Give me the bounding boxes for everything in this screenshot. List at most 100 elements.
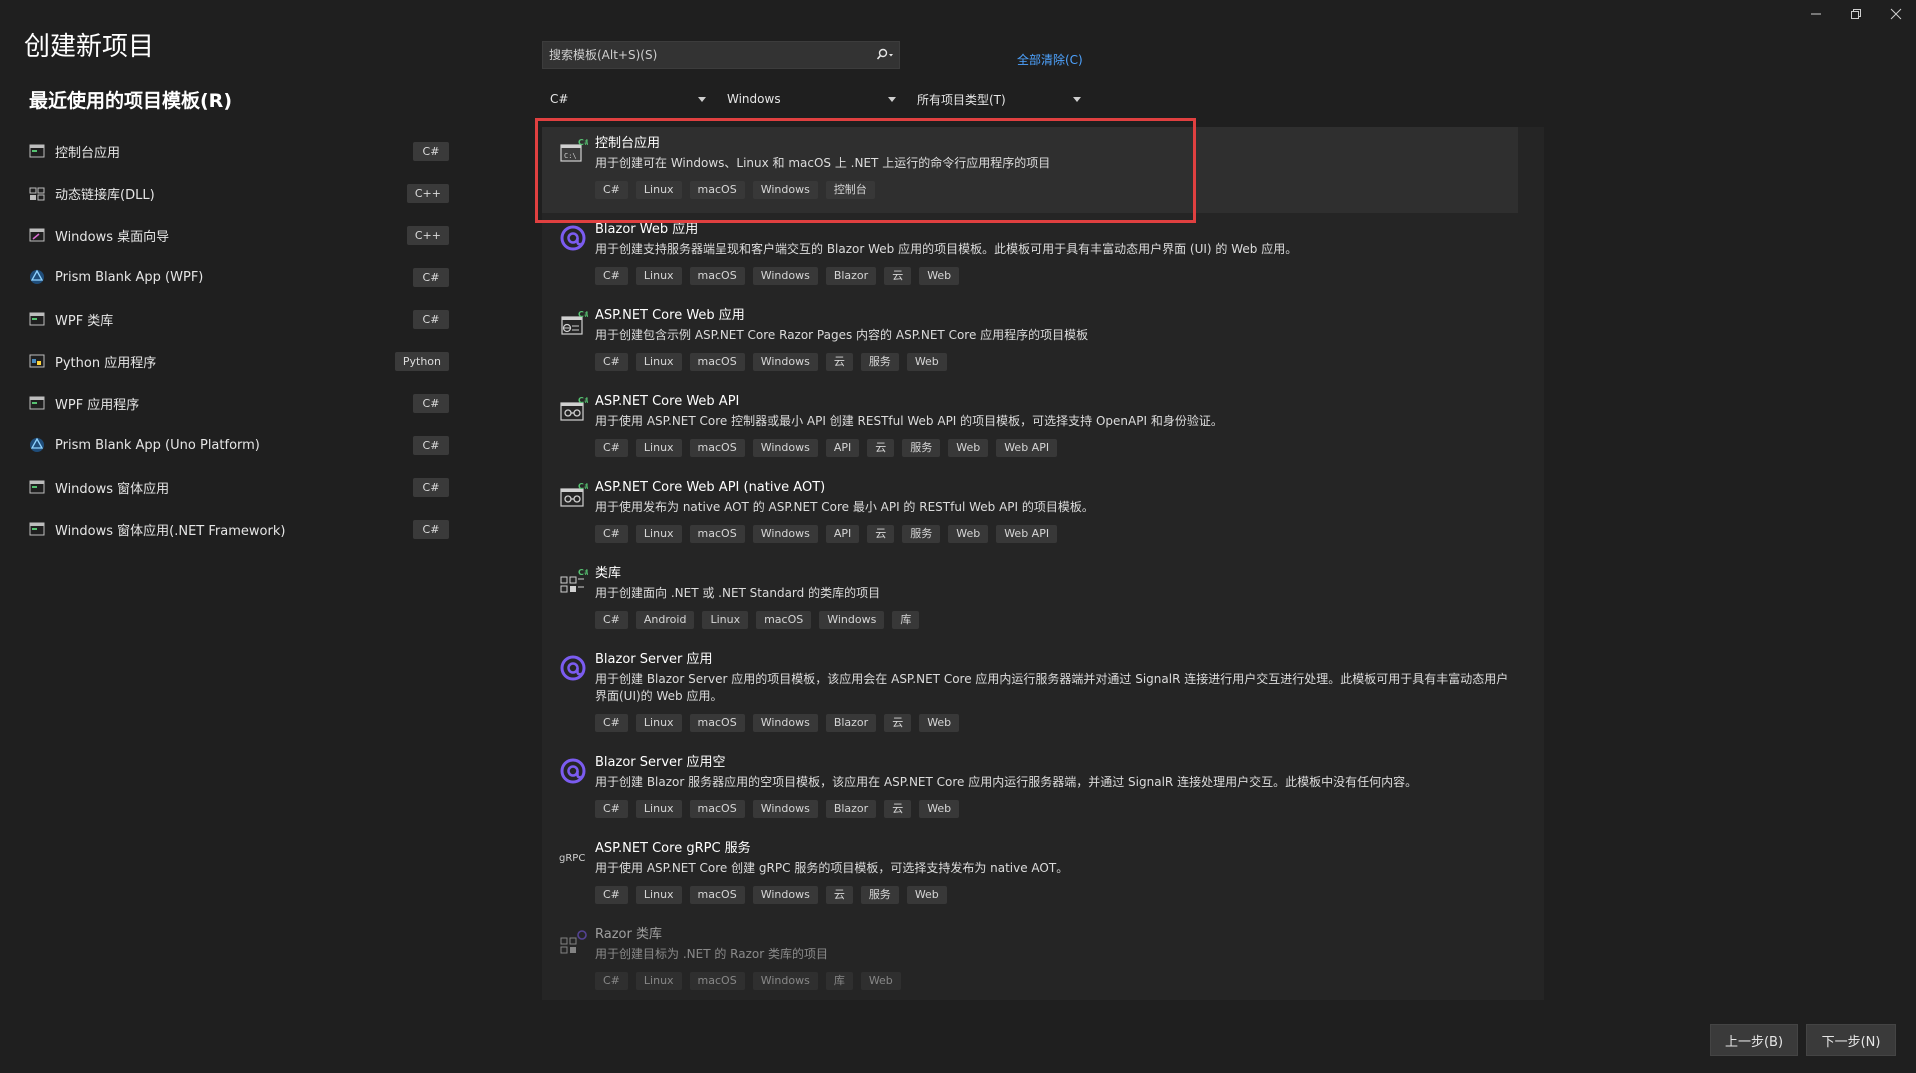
template-tags: C# Linux macOS Windows 控制台 — [595, 181, 1490, 199]
template-tag: Web — [919, 800, 960, 818]
aspnet-web-app-icon: C# — [558, 309, 588, 339]
template-name: ASP.NET Core Web 应用 — [595, 308, 745, 323]
template-tag: macOS — [689, 525, 745, 543]
blazor-icon — [558, 223, 588, 253]
template-tag: macOS — [689, 800, 745, 818]
template-tags: C# Linux macOS Windows 库 Web — [595, 972, 1516, 990]
template-list[interactable]: C:\C#控制台应用用于创建可在 Windows、Linux 和 macOS 上… — [542, 127, 1544, 1000]
window-controls — [1796, 0, 1916, 28]
template-name: Razor 类库 — [595, 927, 662, 942]
restore-button[interactable] — [1836, 0, 1876, 28]
template-tags: C# Android Linux macOS Windows 库 — [595, 611, 1516, 629]
clear-all-link[interactable]: 全部清除(C) — [1017, 51, 1083, 68]
template-item[interactable]: C# ASP.NET Core Web API (native AOT) 用于使用发… — [542, 471, 1544, 557]
recent-template-label: WPF 应用程序 — [55, 397, 140, 413]
template-description: 用于使用 ASP.NET Core 控制器或最小 API 创建 RESTful … — [595, 414, 1223, 428]
template-tag: C# — [595, 439, 628, 457]
template-tag: Linux — [635, 353, 682, 371]
template-name: Blazor Server 应用 — [595, 652, 713, 667]
language-badge: C# — [413, 393, 449, 413]
template-body: Blazor Server 应用空 用于创建 Blazor 服务器应用的空项目模板… — [595, 755, 1516, 818]
recent-template-item[interactable]: 动态链接库(DLL) C++ — [29, 172, 449, 214]
page-title: 创建新项目 — [24, 32, 155, 62]
template-item[interactable]: Razor 类库用于创建目标为 .NET 的 Razor 类库的项目 C# Linu… — [542, 918, 1544, 1000]
minimize-button[interactable] — [1796, 0, 1836, 28]
recent-template-item[interactable]: WPF 类库 C# — [29, 298, 449, 340]
recent-template-item[interactable]: Windows 窗体应用(.NET Framework) C# — [29, 508, 449, 550]
template-tag: Linux — [635, 267, 682, 285]
platform-filter[interactable]: Windows — [719, 86, 904, 112]
template-name: Blazor Server 应用空 — [595, 755, 726, 770]
language-badge: C++ — [406, 225, 449, 245]
language-badge: C# — [413, 141, 449, 161]
recent-template-label: 动态链接库(DLL) — [55, 187, 155, 203]
dll-icon — [29, 185, 45, 201]
recent-templates-list: 控制台应用 C# 动态链接库(DLL) C++ Windows 桌面向导 C++ Prism… — [29, 130, 449, 550]
recent-template-left: Windows 窗体应用 — [29, 478, 169, 497]
template-body: 类库 用于创建面向 .NET 或 .NET Standard 的类库的项目 C# An… — [595, 566, 1516, 629]
recent-template-item[interactable]: Python 应用程序 Python — [29, 340, 449, 382]
grpc-icon: gRPC — [558, 842, 588, 872]
project-type-filter[interactable]: 所有项目类型(T) — [909, 86, 1089, 112]
recent-template-label: Windows 窗体应用 — [55, 481, 170, 497]
template-tags: C# Linux macOS Windows API 云服务 Web Web API — [595, 439, 1516, 457]
template-description: 用于创建包含示例 ASP.NET Core Razor Pages 内容的 AS… — [595, 328, 1089, 342]
template-item[interactable]: Blazor Server 应用用于创建 Blazor Server 应用的项目… — [542, 643, 1544, 746]
template-tag: macOS — [689, 267, 745, 285]
recent-template-item[interactable]: 控制台应用 C# — [29, 130, 449, 172]
template-item[interactable]: C# ASP.NET Core Web API 用于使用 ASP.NET Core … — [542, 385, 1544, 471]
template-tag: 服务 — [860, 353, 899, 371]
template-body: ASP.NET Core Web API (native AOT) 用于使用发布为… — [595, 480, 1516, 543]
template-item[interactable]: C:\C#控制台应用用于创建可在 Windows、Linux 和 macOS 上… — [542, 127, 1518, 213]
recent-template-left: Windows 窗体应用(.NET Framework) — [29, 520, 285, 539]
template-tag: Linux — [635, 439, 682, 457]
template-item[interactable]: C# ASP.NET Core Web 应用用于创建包含示例 ASP.NET Co… — [542, 299, 1544, 385]
recent-template-left: 动态链接库(DLL) — [29, 184, 155, 203]
project-type-filter-value: 所有项目类型(T) — [917, 92, 1006, 107]
language-filter[interactable]: C# — [542, 86, 714, 112]
template-name: 控制台应用 — [595, 136, 661, 151]
close-button[interactable] — [1876, 0, 1916, 28]
template-item[interactable]: C# 类库用于创建面向 .NET 或 .NET Standard 的类库的项目 C#… — [542, 557, 1544, 643]
template-tag: C# — [595, 886, 628, 904]
template-tag: Blazor — [825, 800, 877, 818]
recent-template-item[interactable]: WPF 应用程序 C# — [29, 382, 449, 424]
recent-template-item[interactable]: Windows 桌面向导 C++ — [29, 214, 449, 256]
template-tag: Web — [919, 267, 960, 285]
recent-template-item[interactable]: Prism Blank App (WPF) C# — [29, 256, 449, 298]
language-badge: C# — [413, 267, 449, 287]
recent-template-label: Prism Blank App (Uno Platform) — [55, 437, 260, 453]
template-tag: C# — [595, 611, 628, 629]
search-box — [542, 41, 900, 69]
template-tag: Linux — [635, 714, 682, 732]
template-tag: 云 — [884, 800, 912, 818]
template-item[interactable]: Blazor Server 应用空 用于创建 Blazor 服务器应用的空项目模板… — [542, 746, 1544, 832]
template-description: 用于创建面向 .NET 或 .NET Standard 的类库的项目 — [595, 586, 881, 600]
recent-template-item[interactable]: Prism Blank App (Uno Platform) C# — [29, 424, 449, 466]
recent-templates-title: 最近使用的项目模板(R) — [29, 90, 232, 112]
template-body: 控制台应用 用于创建可在 Windows、Linux 和 macOS 上 .NET… — [595, 136, 1490, 199]
template-tag: 控制台 — [825, 181, 875, 199]
recent-template-left: WPF 类库 — [29, 310, 113, 329]
template-tag: Windows — [752, 525, 818, 543]
template-body: Blazor Server 应用用于创建 Blazor Server 应用的项目… — [595, 652, 1516, 732]
prism-icon — [29, 437, 45, 453]
template-item[interactable]: Blazor Web 应用 用于创建支持服务器端呈现和客户端交互的 Blazor … — [542, 213, 1544, 299]
recent-template-label: 控制台应用 — [55, 145, 121, 161]
language-badge: C# — [413, 435, 449, 455]
recent-template-item[interactable]: Windows 窗体应用 C# — [29, 466, 449, 508]
back-button[interactable]: 上一步(B) — [1710, 1024, 1798, 1056]
template-description: 用于创建 Blazor Server 应用的项目模板，该应用会在 ASP.NET… — [595, 672, 1509, 703]
search-input[interactable] — [543, 48, 871, 62]
template-item[interactable]: gRPC ASP.NET Core gRPC 服务 用于使用 ASP.NET Cor… — [542, 832, 1544, 918]
search-icon[interactable] — [871, 42, 899, 68]
console-app-icon — [29, 143, 45, 159]
next-button[interactable]: 下一步(N) — [1806, 1024, 1896, 1056]
chevron-down-icon — [888, 96, 896, 102]
template-body: Blazor Web 应用 用于创建支持服务器端呈现和客户端交互的 Blazor … — [595, 222, 1516, 285]
template-description: 用于创建目标为 .NET 的 Razor 类库的项目 — [595, 947, 828, 961]
template-tag: Web — [948, 439, 989, 457]
template-tag: 云 — [884, 714, 912, 732]
restore-icon — [1851, 9, 1861, 19]
console-app-icon: C:\C# — [558, 137, 588, 167]
